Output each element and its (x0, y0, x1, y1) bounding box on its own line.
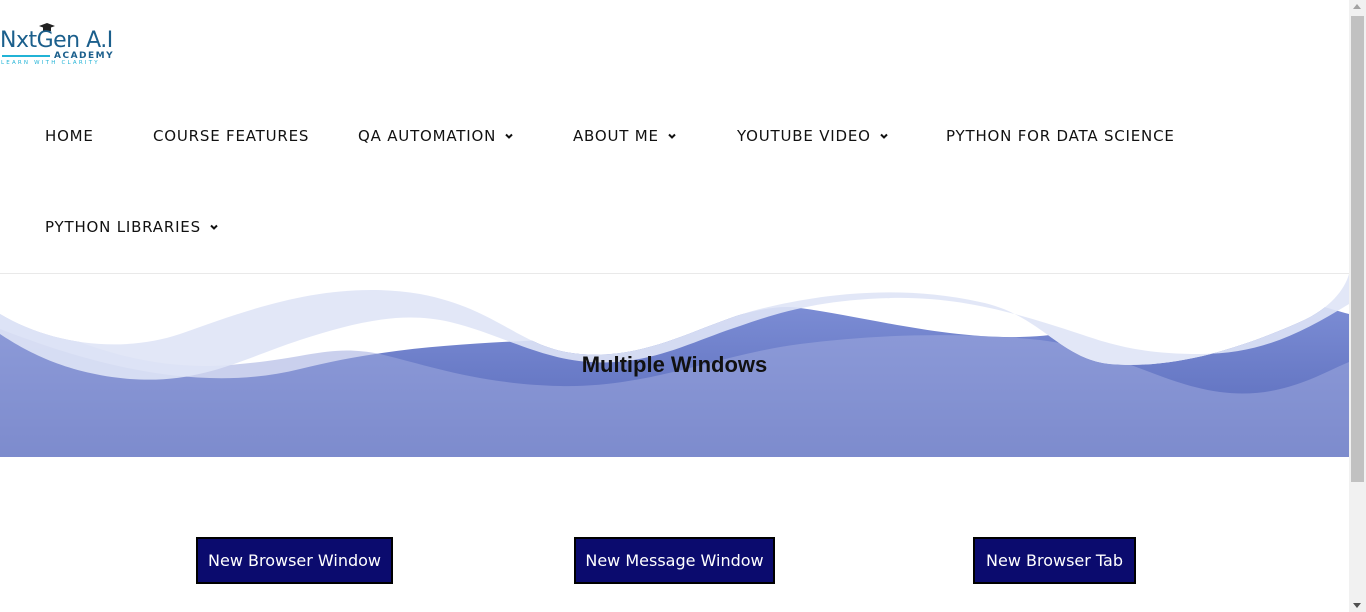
nav-item-qa-automation[interactable]: QA AUTOMATION (358, 126, 515, 146)
scroll-up-arrow-icon[interactable] (1353, 4, 1361, 9)
logo-underline (2, 55, 50, 57)
nav-item-home[interactable]: HOME (45, 126, 94, 146)
chevron-down-icon (505, 133, 513, 139)
scrollbar-thumb[interactable] (1351, 16, 1364, 482)
nav-item-label: YOUTUBE VIDEO (737, 127, 871, 145)
nav-item-label: HOME (45, 127, 94, 145)
nav-item-label: ABOUT ME (573, 127, 659, 145)
vertical-scrollbar[interactable] (1349, 0, 1366, 612)
chevron-down-icon (880, 133, 888, 139)
scroll-down-arrow-icon[interactable] (1353, 603, 1361, 608)
nav-item-youtube-video[interactable]: YOUTUBE VIDEO (737, 126, 890, 146)
nav-item-label: PYTHON LIBRARIES (45, 218, 201, 236)
main-navigation: HOME COURSE FEATURES QA AUTOMATION ABOUT… (0, 90, 1349, 273)
nav-item-course-features[interactable]: COURSE FEATURES (153, 126, 309, 146)
nav-item-label: QA AUTOMATION (358, 127, 497, 145)
site-logo[interactable]: NxtGen A.I ACADEMY LEARN WITH CLARITY (0, 22, 122, 70)
page: NxtGen A.I ACADEMY LEARN WITH CLARITY HO… (0, 0, 1349, 612)
page-title: Multiple Windows (581, 352, 768, 377)
nav-item-label: PYTHON FOR DATA SCIENCE (946, 127, 1175, 145)
chevron-down-icon (210, 224, 218, 230)
page-hero-banner: Multiple Windows (0, 274, 1349, 457)
new-browser-window-button[interactable]: New Browser Window (196, 537, 393, 584)
nav-item-python-libraries[interactable]: PYTHON LIBRARIES (45, 217, 220, 237)
nav-item-label: COURSE FEATURES (153, 127, 310, 145)
logo-tagline: LEARN WITH CLARITY (1, 60, 100, 66)
chevron-down-icon (668, 133, 676, 139)
nav-item-about-me[interactable]: ABOUT ME (573, 126, 678, 146)
new-message-window-button[interactable]: New Message Window (574, 537, 775, 584)
nav-item-python-for-data-science[interactable]: PYTHON FOR DATA SCIENCE (946, 126, 1175, 146)
new-browser-tab-button[interactable]: New Browser Tab (973, 537, 1136, 584)
